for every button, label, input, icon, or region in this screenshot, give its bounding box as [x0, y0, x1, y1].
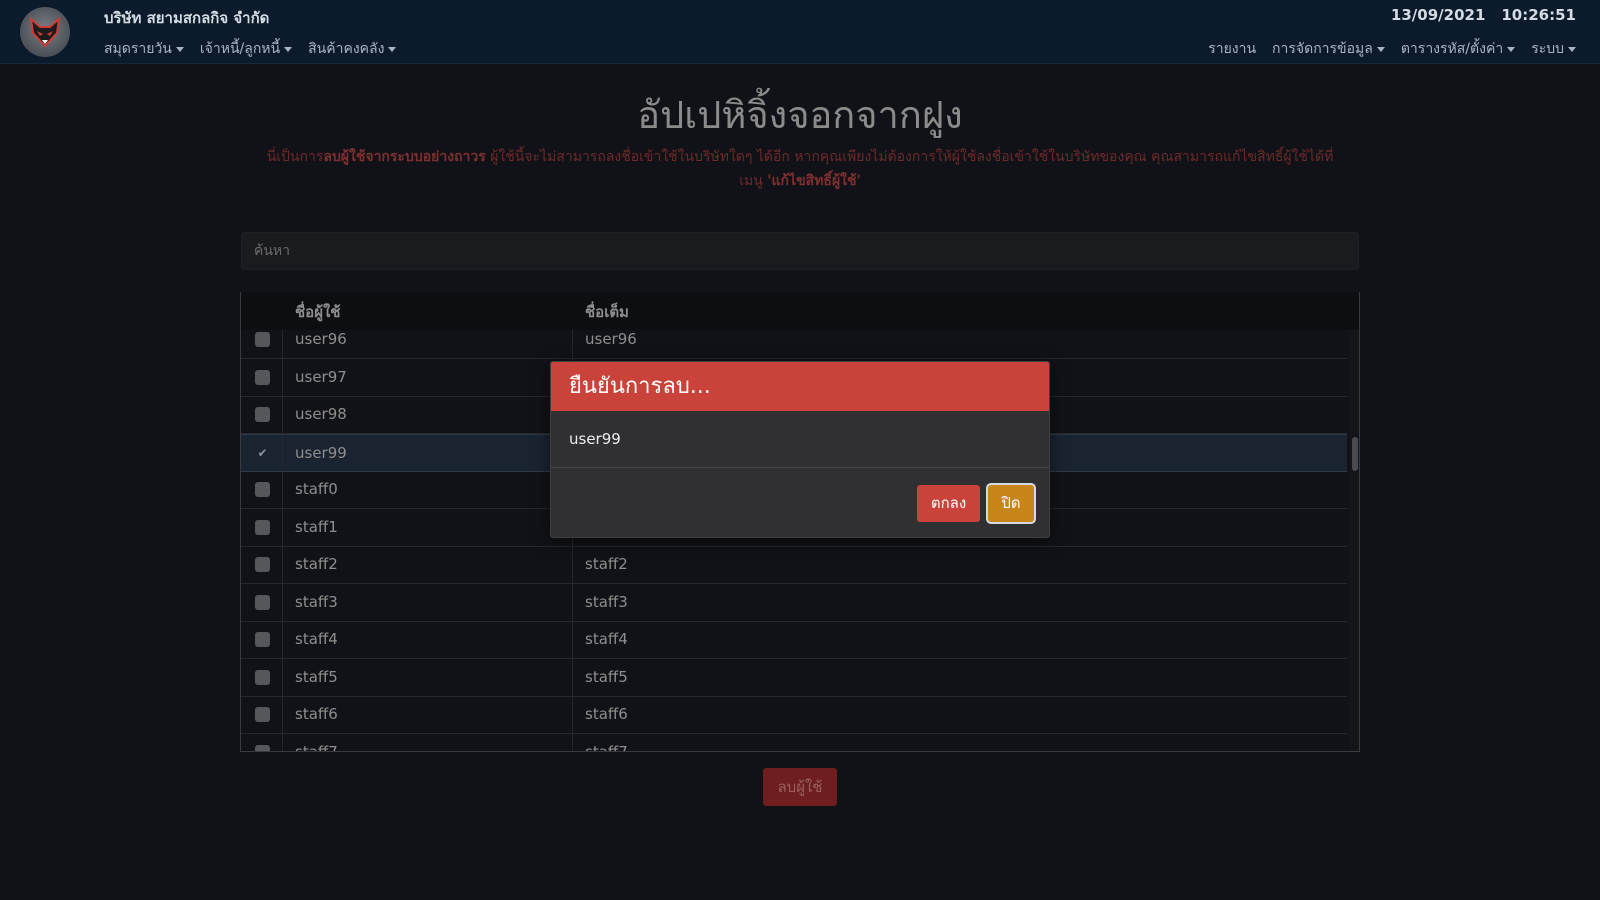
menu-system-label: ระบบ — [1531, 41, 1564, 57]
warning-bold: ลบผู้ใช้จากระบบอย่างถาวร — [323, 149, 486, 165]
top-navbar: บริษัท สยามสกลกิจ จำกัด 13/09/2021 10:26… — [0, 0, 1600, 64]
menu-inventory-label: สินค้าคงคลัง — [308, 41, 385, 57]
delete-user-button[interactable]: ลบผู้ใช้ — [763, 768, 837, 806]
table-row[interactable]: staff4 staff4 — [241, 621, 1347, 659]
table-header: ชื่อผู้ใช้ ชื่อเต็ม — [241, 292, 1359, 330]
table-row[interactable]: staff3 staff3 — [241, 583, 1347, 622]
fullname-cell: staff6 — [585, 705, 628, 723]
row-checkbox[interactable] — [255, 744, 270, 751]
username-cell: user99 — [283, 434, 573, 471]
main-menu-right: รายงาน การจัดการข้อมูล ตารางรหัส/ตั้งค่า… — [1208, 38, 1576, 60]
checkmark-icon[interactable]: ✔ — [255, 446, 270, 461]
row-checkbox-cell — [241, 546, 283, 583]
fullname-cell: staff4 — [585, 630, 628, 648]
menu-payables-label: เจ้าหนี้/ลูกหนี้ — [199, 41, 281, 57]
username-cell: staff2 — [283, 546, 573, 583]
username-cell: staff3 — [283, 583, 573, 621]
fullname-cell: staff3 — [585, 592, 628, 611]
menu-codes-settings[interactable]: ตารางรหัส/ตั้งค่า — [1400, 38, 1516, 60]
row-checkbox[interactable] — [255, 594, 270, 610]
username-cell: staff5 — [283, 658, 573, 696]
row-checkbox-cell — [241, 733, 283, 751]
table-row[interactable]: staff5 staff5 — [241, 658, 1347, 697]
menu-inventory[interactable]: สินค้าคงคลัง — [308, 38, 397, 60]
row-checkbox[interactable] — [255, 369, 270, 385]
page-title: อัปเปหิจิ้งจอกจากฝูง — [637, 93, 963, 137]
caret-down-icon — [175, 46, 184, 52]
modal-title: ยืนยันการลบ... — [551, 362, 1049, 411]
row-checkbox-cell — [241, 658, 283, 696]
row-checkbox-cell — [241, 396, 283, 433]
row-checkbox[interactable] — [255, 707, 270, 722]
username-cell: staff1 — [283, 508, 573, 546]
username-cell: user97 — [283, 358, 573, 396]
menu-system[interactable]: ระบบ — [1531, 38, 1576, 60]
current-time: 10:26:51 — [1501, 6, 1576, 24]
caret-down-icon — [1376, 46, 1385, 52]
menu-journal-label: สมุดรายวัน — [104, 41, 172, 57]
fullname-cell: staff7 — [585, 742, 628, 752]
row-checkbox[interactable] — [255, 632, 270, 647]
modal-body: user99 — [551, 411, 1049, 468]
caret-down-icon — [284, 46, 293, 52]
fullname-cell: staff2 — [585, 555, 628, 573]
confirm-delete-modal: ยืนยันการลบ... user99 ตกลง ปิด — [550, 361, 1050, 538]
caret-down-icon — [1568, 46, 1576, 52]
delete-warning: นี่เป็นการลบผู้ใช้จากระบบอย่างถาวร ผู้ใช… — [260, 145, 1340, 193]
username-cell: staff7 — [283, 733, 573, 751]
company-name: บริษัท สยามสกลกิจ จำกัด — [104, 9, 270, 27]
username-cell: staff0 — [283, 471, 573, 508]
row-checkbox-cell — [241, 358, 283, 396]
caret-down-icon — [388, 46, 397, 52]
menu-codes-settings-label: ตารางรหัส/ตั้งค่า — [1400, 41, 1504, 57]
menu-data-management-label: การจัดการข้อมูล — [1272, 41, 1373, 57]
table-row[interactable]: staff7 staff7 — [241, 733, 1347, 752]
menu-journal[interactable]: สมุดรายวัน — [104, 38, 184, 60]
row-checkbox[interactable] — [255, 407, 270, 422]
search-input[interactable]: ค้นหา — [241, 232, 1359, 270]
column-header-fullname[interactable]: ชื่อเต็ม — [585, 300, 629, 324]
main-menu-left: สมุดรายวัน เจ้าหนี้/ลูกหนี้ สินค้าคงคลัง — [104, 38, 397, 60]
username-cell: staff4 — [283, 621, 573, 658]
fullname-cell: staff5 — [585, 667, 628, 686]
row-checkbox[interactable] — [255, 557, 270, 572]
username-cell: user98 — [283, 396, 573, 433]
menu-data-management[interactable]: การจัดการข้อมูล — [1272, 38, 1385, 60]
row-checkbox-cell — [241, 508, 283, 546]
row-checkbox-cell: ✔ — [241, 434, 283, 471]
fox-logo-icon[interactable] — [20, 7, 70, 57]
warning-prefix: นี่เป็นการ — [266, 149, 324, 165]
column-header-username[interactable]: ชื่อผู้ใช้ — [295, 300, 340, 324]
row-checkbox[interactable] — [255, 669, 270, 685]
menu-payables[interactable]: เจ้าหนี้/ลูกหนี้ — [199, 38, 293, 60]
row-checkbox[interactable] — [255, 332, 270, 347]
row-checkbox-cell — [241, 696, 283, 733]
scrollbar-thumb[interactable] — [1352, 437, 1358, 471]
current-date: 13/09/2021 — [1390, 6, 1486, 24]
username-cell: staff6 — [283, 696, 573, 733]
warning-menu-name: 'แก้ไขสิทธิ์ผู้ใช้' — [767, 173, 861, 189]
row-checkbox-cell — [241, 583, 283, 621]
close-button[interactable]: ปิด — [986, 483, 1036, 524]
caret-down-icon — [1507, 46, 1516, 52]
warning-text: ผู้ใช้นี้จะไม่สามารถลงชื่อเข้าใช้ในบริษั… — [485, 149, 1334, 189]
table-scrollbar[interactable] — [1349, 330, 1359, 751]
row-checkbox[interactable] — [255, 482, 270, 497]
confirm-ok-button[interactable]: ตกลง — [917, 485, 980, 522]
table-row[interactable]: staff2 staff2 — [241, 546, 1347, 584]
row-checkbox-cell — [241, 471, 283, 508]
row-checkbox[interactable] — [255, 519, 270, 535]
row-checkbox-cell — [241, 621, 283, 658]
menu-report[interactable]: รายงาน — [1208, 38, 1256, 60]
table-row[interactable]: staff6 staff6 — [241, 696, 1347, 734]
datetime: 13/09/2021 10:26:51 — [1391, 6, 1576, 24]
